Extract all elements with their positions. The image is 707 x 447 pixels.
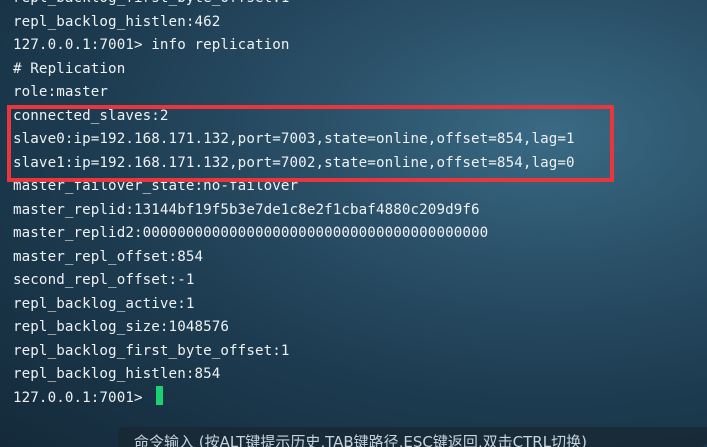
terminal-output: repl_backlog_first_byte_offset:1 repl_ba… [13, 0, 707, 410]
terminal-line: # Replication [13, 60, 126, 77]
terminal-line: repl_backlog_histlen:854 [13, 366, 221, 382]
terminal-line: master_failover_state:no-failover [13, 178, 299, 194]
terminal-line: connected_slaves:2 [13, 107, 169, 124]
terminal-line: slave1:ip=192.168.171.132,port=7002,stat… [13, 154, 575, 171]
command-input-bar[interactable]: 命令输入 (按ALT键提示历史,TAB键路径,ESC键返回,双击CTRL切换) [118, 427, 707, 447]
cursor [156, 386, 164, 405]
terminal-line: second_repl_offset:-1 [13, 272, 195, 288]
terminal-line: 127.0.0.1:7001> info replication [13, 37, 290, 53]
terminal-line: slave0:ip=192.168.171.132,port=7003,stat… [13, 131, 575, 147]
terminal-line: repl_backlog_first_byte_offset:1 [13, 342, 290, 359]
terminal-line: master_replid:13144bf19f5b3e7de1c8e2f1cb… [13, 201, 480, 218]
terminal-line: master_repl_offset:854 [13, 248, 204, 265]
command-input-hint: 命令输入 (按ALT键提示历史,TAB键路径,ESC键返回,双击CTRL切换) [134, 433, 587, 447]
terminal-line: role:master [13, 84, 109, 100]
terminal-line: repl_backlog_histlen:462 [13, 13, 221, 30]
prompt-text: 127.0.0.1:7001> [13, 389, 152, 406]
terminal-line: repl_backlog_first_byte_offset:1 [13, 0, 707, 11]
terminal-line: repl_backlog_size:1048576 [13, 319, 230, 335]
terminal-line: repl_backlog_active:1 [13, 295, 195, 312]
terminal-window[interactable]: repl_backlog_first_byte_offset:1 repl_ba… [0, 0, 707, 447]
prompt-line[interactable]: 127.0.0.1:7001> [13, 386, 707, 411]
terminal-line: master_replid2:0000000000000000000000000… [13, 225, 489, 241]
